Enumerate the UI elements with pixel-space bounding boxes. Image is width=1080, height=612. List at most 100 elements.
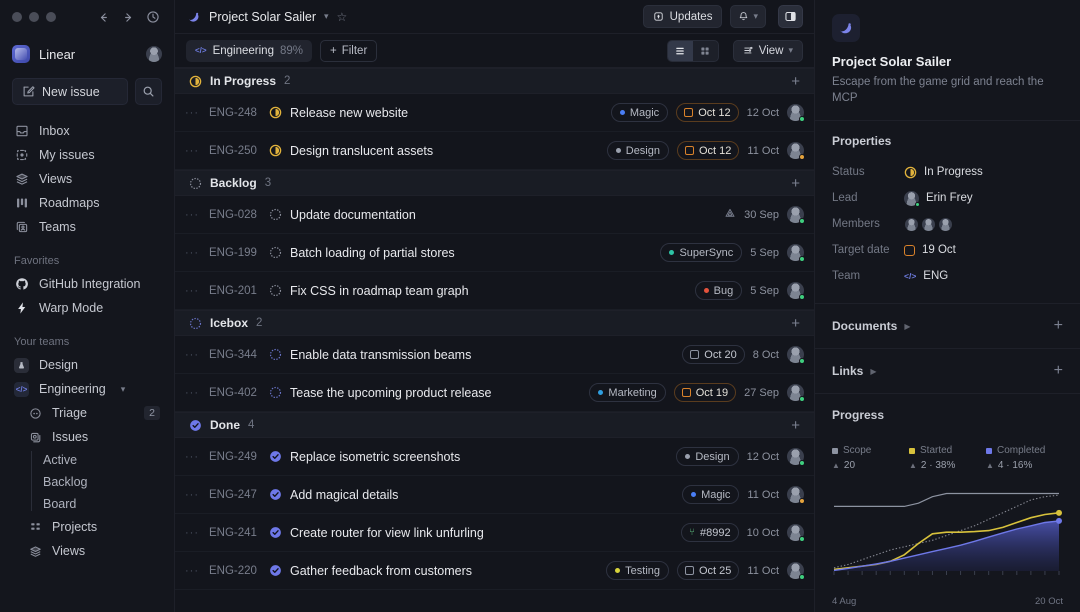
sidebar-item-team-views[interactable]: Views — [22, 539, 166, 563]
table-row[interactable]: ··· ENG-344 Enable data transmission beams… — [175, 336, 814, 374]
due-date-chip[interactable]: Oct 19 — [673, 383, 737, 402]
sidebar-item-github-integration[interactable]: GitHub Integration — [8, 272, 166, 296]
add-issue-button[interactable]: + — [791, 74, 800, 89]
drag-handle-icon[interactable]: ··· — [185, 349, 201, 361]
avatar[interactable] — [787, 486, 805, 504]
add-issue-button[interactable]: + — [791, 316, 800, 331]
grid-view-icon[interactable] — [693, 41, 718, 61]
due-date-chip[interactable]: Oct 25 — [677, 561, 740, 580]
table-row[interactable]: ··· ENG-028 Update documentation 30 Sep — [175, 196, 814, 234]
clock-icon[interactable] — [144, 8, 162, 26]
drag-handle-icon[interactable]: ··· — [185, 107, 201, 119]
drag-handle-icon[interactable]: ··· — [185, 285, 201, 297]
due-date-chip[interactable]: Oct 12 — [677, 141, 740, 160]
chevron-down-icon[interactable]: ▾ — [121, 384, 126, 395]
drag-handle-icon[interactable]: ··· — [185, 247, 201, 259]
label-tag[interactable]: Magic — [682, 485, 740, 504]
sidebar-item-active[interactable]: Active — [43, 449, 166, 471]
drag-handle-icon[interactable]: ··· — [185, 387, 201, 399]
search-icon[interactable] — [135, 78, 162, 105]
priority-triangle-icon[interactable] — [724, 206, 736, 224]
chevron-down-icon[interactable]: ▾ — [324, 11, 329, 22]
property-row-members[interactable]: Members — [832, 211, 1063, 237]
table-row[interactable]: ··· ENG-247 Add magical details Magic 11 Oct — [175, 476, 814, 514]
label-tag[interactable]: Marketing — [589, 383, 666, 402]
avatar[interactable] — [787, 142, 805, 160]
sidebar-item-board[interactable]: Board — [43, 493, 166, 515]
window-close-button[interactable] — [12, 12, 22, 22]
sidebar-item-views[interactable]: Views — [8, 167, 166, 191]
sidebar-item-warp-mode[interactable]: Warp Mode — [8, 296, 166, 320]
window-maximize-button[interactable] — [46, 12, 56, 22]
avatar[interactable] — [787, 206, 805, 224]
avatar[interactable] — [787, 384, 805, 402]
arrow-right-icon[interactable] — [119, 8, 137, 26]
table-row[interactable]: ··· ENG-250 Design translucent assets Desig… — [175, 132, 814, 170]
sidebar-item-team-design[interactable]: Design — [8, 353, 166, 377]
table-row[interactable]: ··· ENG-199 Batch loading of partial store… — [175, 234, 814, 272]
property-row-status[interactable]: Status In Progress — [832, 159, 1063, 185]
add-filter-button[interactable]: + Filter — [320, 39, 378, 62]
avatar[interactable] — [146, 46, 162, 62]
view-options-button[interactable]: View ▾ — [732, 39, 803, 62]
avatar[interactable] — [787, 524, 805, 542]
pull-request-chip[interactable]: ⑂ #8992 — [681, 523, 739, 542]
label-tag[interactable]: Bug — [694, 281, 743, 300]
add-document-button[interactable]: + — [1054, 318, 1063, 334]
arrow-left-icon[interactable] — [94, 8, 112, 26]
add-issue-button[interactable]: + — [791, 418, 800, 433]
label-tag[interactable]: Testing — [606, 561, 669, 580]
avatar[interactable] — [787, 562, 805, 580]
avatar[interactable] — [787, 244, 805, 262]
drag-handle-icon[interactable]: ··· — [185, 565, 201, 577]
updates-button[interactable]: Updates — [642, 5, 723, 28]
property-row-team[interactable]: Team </> ENG — [832, 263, 1063, 289]
avatar[interactable] — [787, 282, 805, 300]
sidebar-item-projects[interactable]: Projects — [22, 515, 166, 539]
group-header-in-progress[interactable]: In Progress 2 + — [175, 68, 814, 94]
add-link-button[interactable]: + — [1054, 363, 1063, 379]
drag-handle-icon[interactable]: ··· — [185, 489, 201, 501]
table-row[interactable]: ··· ENG-248 Release new website Magic Oct 12… — [175, 94, 814, 132]
avatar[interactable] — [787, 448, 805, 466]
avatar[interactable] — [787, 104, 805, 122]
table-row[interactable]: ··· ENG-249 Replace isometric screenshots D… — [175, 438, 814, 476]
drag-handle-icon[interactable]: ··· — [185, 209, 201, 221]
window-minimize-button[interactable] — [29, 12, 39, 22]
property-row-lead[interactable]: Lead Erin Frey — [832, 185, 1063, 211]
label-tag[interactable]: Design — [676, 447, 739, 466]
avatar[interactable] — [787, 346, 805, 364]
property-row-target-date[interactable]: Target date 19 Oct — [832, 237, 1063, 263]
chevron-down-icon[interactable]: ▾ — [753, 11, 758, 22]
group-header-icebox[interactable]: Icebox 2 + — [175, 310, 814, 336]
chevron-right-icon[interactable]: ▶ — [904, 322, 910, 331]
group-header-done[interactable]: Done 4 + — [175, 412, 814, 438]
new-issue-button[interactable]: New issue — [12, 78, 128, 105]
sidebar-item-teams[interactable]: Teams — [8, 215, 166, 239]
table-row[interactable]: ··· ENG-201 Fix CSS in roadmap team graph B… — [175, 272, 814, 310]
star-icon[interactable]: ☆ — [337, 10, 348, 24]
chevron-right-icon[interactable]: ▶ — [870, 367, 876, 376]
right-panel-toggle[interactable] — [778, 5, 803, 28]
drag-handle-icon[interactable]: ··· — [185, 527, 201, 539]
links-section[interactable]: Links ▶ + — [815, 349, 1080, 395]
sidebar-item-inbox[interactable]: Inbox — [8, 119, 166, 143]
label-tag[interactable]: Design — [606, 141, 669, 160]
list-view-icon[interactable] — [667, 40, 693, 61]
sidebar-item-my-issues[interactable]: My issues — [8, 143, 166, 167]
sidebar-item-backlog[interactable]: Backlog — [43, 471, 166, 493]
documents-section[interactable]: Documents ▶ + — [815, 304, 1080, 350]
drag-handle-icon[interactable]: ··· — [185, 145, 201, 157]
table-row[interactable]: ··· ENG-402 Tease the upcoming product rel… — [175, 374, 814, 412]
due-date-chip[interactable]: Oct 20 — [682, 345, 745, 364]
label-tag[interactable]: Magic — [610, 103, 669, 122]
add-issue-button[interactable]: + — [791, 176, 800, 191]
notifications-button[interactable]: ▾ — [730, 5, 766, 28]
due-date-chip[interactable]: Oct 12 — [676, 103, 739, 122]
sidebar-item-team-engineering[interactable]: </> Engineering ▾ — [8, 377, 166, 401]
workspace-header[interactable]: Linear — [0, 34, 174, 68]
sidebar-item-issues[interactable]: Issues — [22, 425, 166, 449]
table-row[interactable]: ··· ENG-220 Gather feedback from customers… — [175, 552, 814, 590]
sidebar-item-triage[interactable]: Triage 2 — [22, 401, 166, 425]
label-tag[interactable]: SuperSync — [660, 243, 743, 262]
